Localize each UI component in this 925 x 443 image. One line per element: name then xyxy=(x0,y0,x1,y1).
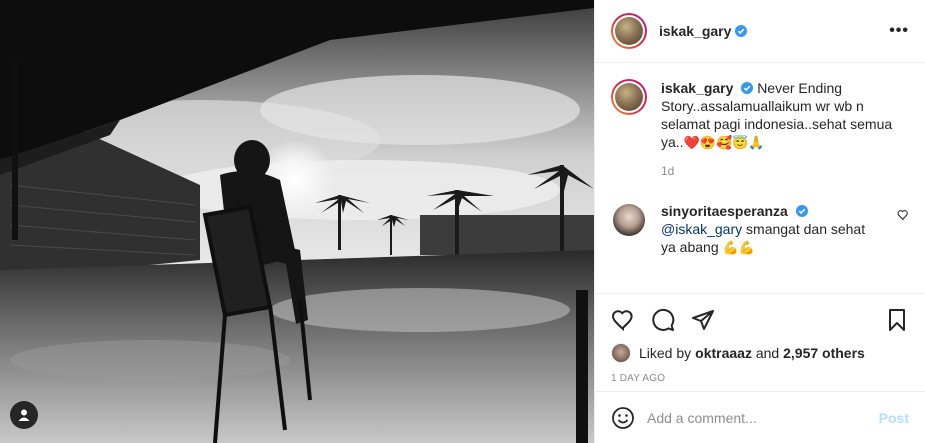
commenter-avatar[interactable] xyxy=(613,204,645,236)
action-bar xyxy=(595,293,925,339)
photo-illustration xyxy=(0,0,594,443)
share-icon[interactable] xyxy=(691,308,715,332)
caption-emojis: ❤️😍🥰😇🙏 xyxy=(683,135,765,150)
post-header: iskak_gary ••• xyxy=(595,0,925,63)
bookmark-icon[interactable] xyxy=(885,308,909,332)
caption-avatar[interactable] xyxy=(611,79,647,115)
caption-time[interactable]: 1d xyxy=(661,162,909,180)
emoji-icon[interactable] xyxy=(611,406,635,430)
add-comment-bar: Post xyxy=(595,391,925,443)
heart-icon xyxy=(897,210,908,221)
heart-icon[interactable] xyxy=(611,308,635,332)
post-side-panel: iskak_gary ••• iskak_gary Never Ending S… xyxy=(594,0,925,443)
verified-badge-icon xyxy=(735,25,748,37)
instagram-post: iskak_gary ••• iskak_gary Never Ending S… xyxy=(0,0,925,443)
comment-mention[interactable]: @iskak_gary xyxy=(661,221,742,237)
caption: iskak_gary Never Ending Story..assalamua… xyxy=(611,79,909,180)
user-tag-button[interactable] xyxy=(10,401,38,429)
comment-like-button[interactable] xyxy=(897,202,909,224)
user-tag-icon xyxy=(18,409,30,421)
likes-middle: and xyxy=(751,345,784,361)
author-avatar[interactable] xyxy=(611,13,647,49)
more-options-button[interactable]: ••• xyxy=(889,22,909,40)
comment-item: sinyoritaesperanza @iskak_gary smangat d… xyxy=(611,202,909,257)
comment-input[interactable] xyxy=(647,409,879,426)
verified-badge-icon xyxy=(741,82,754,94)
commenter-username[interactable]: sinyoritaesperanza xyxy=(661,203,788,219)
liker-avatar[interactable] xyxy=(611,343,631,363)
comment-icon[interactable] xyxy=(651,308,675,332)
caption-username[interactable]: iskak_gary xyxy=(661,80,733,96)
liker-username[interactable]: oktraaaz xyxy=(695,345,752,361)
likes-count[interactable]: 2,957 others xyxy=(783,345,865,361)
author-username[interactable]: iskak_gary xyxy=(659,23,731,39)
likes-prefix: Liked by xyxy=(639,345,692,361)
verified-badge-icon xyxy=(795,205,808,217)
comment-emojis: 💪💪 xyxy=(722,240,755,255)
likes-summary: Liked by oktraaaz and 2,957 others xyxy=(595,339,925,367)
post-timestamp[interactable]: 1 DAY AGO xyxy=(595,373,925,391)
post-comment-button[interactable]: Post xyxy=(879,410,909,426)
post-photo[interactable] xyxy=(0,0,594,443)
comments-section: iskak_gary Never Ending Story..assalamua… xyxy=(595,63,925,293)
